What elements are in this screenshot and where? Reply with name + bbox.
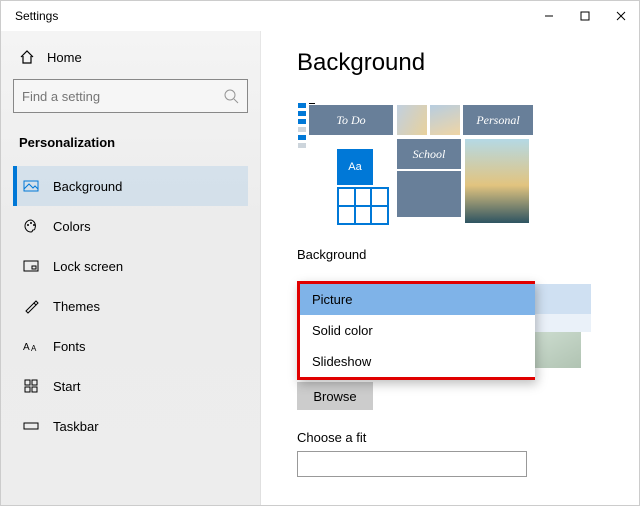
nav-item-label: Colors xyxy=(53,219,91,234)
start-icon xyxy=(23,378,39,394)
nav-item-label: Lock screen xyxy=(53,259,123,274)
svg-text:A: A xyxy=(31,344,37,353)
dropdown-option-slideshow[interactable]: Slideshow xyxy=(300,346,535,377)
desktop-preview: To Do Personal Aa School xyxy=(297,97,537,227)
preview-tile-school: School xyxy=(397,139,461,169)
search-input[interactable] xyxy=(22,89,206,104)
maximize-button[interactable] xyxy=(567,1,603,31)
window-title: Settings xyxy=(15,9,58,23)
fit-dropdown[interactable] xyxy=(297,451,527,477)
preview-tile-personal: Personal xyxy=(463,105,533,135)
fonts-icon: AA xyxy=(23,338,39,354)
palette-icon xyxy=(23,218,39,234)
background-label: Background xyxy=(297,247,609,262)
preview-grid xyxy=(337,187,389,225)
nav-item-fonts[interactable]: AA Fonts xyxy=(13,326,248,366)
preview-tile-image xyxy=(397,105,427,135)
nav-item-label: Start xyxy=(53,379,80,394)
svg-text:A: A xyxy=(23,342,30,353)
close-button[interactable] xyxy=(603,1,639,31)
themes-icon xyxy=(23,298,39,314)
nav-item-themes[interactable]: Themes xyxy=(13,286,248,326)
section-title: Personalization xyxy=(19,135,248,150)
search-icon xyxy=(223,88,239,104)
preview-sample-tile: Aa xyxy=(337,149,373,185)
lockscreen-icon xyxy=(23,258,39,274)
home-button[interactable]: Home xyxy=(19,49,248,65)
nav-item-colors[interactable]: Colors xyxy=(13,206,248,246)
page-title: Background xyxy=(297,49,609,77)
home-label: Home xyxy=(47,50,82,65)
nav-list: Background Colors Lock screen Themes AA … xyxy=(13,166,248,446)
preview-tile-todo: To Do xyxy=(309,105,393,135)
fit-label: Choose a fit xyxy=(297,430,609,445)
minimize-button[interactable] xyxy=(531,1,567,31)
nav-item-label: Taskbar xyxy=(53,419,99,434)
nav-item-label: Background xyxy=(53,179,122,194)
picture-icon xyxy=(23,178,39,194)
main-pane: Background To Do Personal Aa School Back… xyxy=(261,31,639,505)
home-icon xyxy=(19,49,35,65)
preview-tile-image xyxy=(465,139,529,223)
preview-tile-image xyxy=(430,105,460,135)
titlebar: Settings xyxy=(1,1,639,31)
background-dropdown-open[interactable]: Picture Solid color Slideshow xyxy=(297,281,535,380)
browse-button[interactable]: Browse xyxy=(297,382,373,410)
taskbar-icon xyxy=(23,418,39,434)
nav-item-background[interactable]: Background xyxy=(13,166,248,206)
preview-tile xyxy=(397,171,461,217)
nav-item-start[interactable]: Start xyxy=(13,366,248,406)
nav-item-lockscreen[interactable]: Lock screen xyxy=(13,246,248,286)
dropdown-overflow xyxy=(535,314,591,332)
dropdown-option-picture[interactable]: Picture xyxy=(300,284,535,315)
dropdown-option-solidcolor[interactable]: Solid color xyxy=(300,315,535,346)
search-box[interactable] xyxy=(13,79,248,113)
sidebar: Home Personalization Background Colors L… xyxy=(1,31,261,505)
nav-item-label: Themes xyxy=(53,299,100,314)
dropdown-overflow xyxy=(535,284,591,314)
nav-item-taskbar[interactable]: Taskbar xyxy=(13,406,248,446)
nav-item-label: Fonts xyxy=(53,339,86,354)
